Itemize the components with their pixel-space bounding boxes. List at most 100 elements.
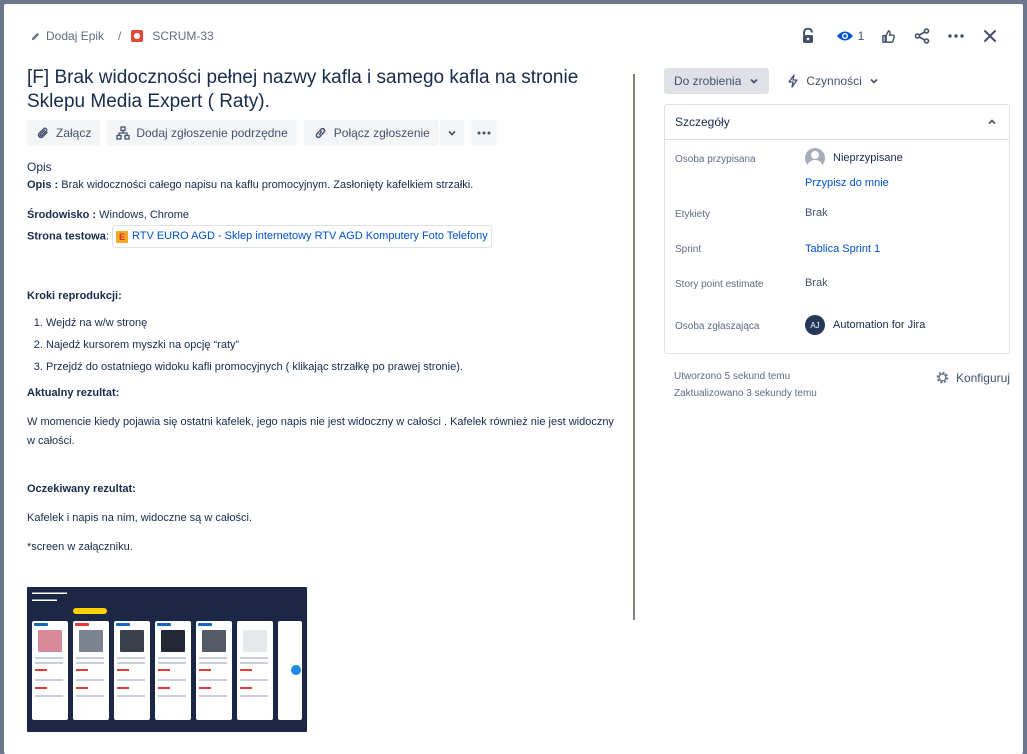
link-issue-dropdown[interactable] <box>439 120 464 146</box>
issue-modal: Dodaj Epik / SCRUM-33 1 [F] Brak widoczn… <box>4 4 1023 754</box>
assign-to-me-link[interactable]: Przypisz do mnie <box>805 177 889 189</box>
share-icon <box>914 28 930 44</box>
status-label: Do zrobienia <box>674 74 742 88</box>
assignee-name: Nieprzypisane <box>833 152 903 164</box>
step-item: Przejdź do ostatniego widoku kafli promo… <box>46 356 623 378</box>
thumbs-up-icon <box>881 29 895 43</box>
issue-sidebar: Do zrobienia Czynności Szczegóły Osoba p… <box>664 68 1010 399</box>
reporter-value[interactable]: AJ Automation for Jira <box>805 315 925 335</box>
timestamps: Utworzono 5 sekund temu Zaktualizowano 3… <box>674 368 817 402</box>
add-epic-label: Dodaj Epik <box>46 29 105 43</box>
link-issue-label: Połącz zgłoszenie <box>333 126 430 140</box>
opis-value: Brak widoczności całego napisu na kaflu … <box>58 179 474 191</box>
add-child-label: Dodaj zgłoszenie podrzędne <box>136 126 288 140</box>
status-dropdown[interactable]: Do zrobienia <box>664 68 770 94</box>
issue-header: Dodaj Epik / SCRUM-33 1 <box>4 4 1023 64</box>
details-panel: Szczegóły Osoba przypisana Nieprzypisane… <box>664 104 1010 354</box>
euro-favicon-icon: E <box>115 230 128 243</box>
environment-key: Środowisko : <box>27 209 97 221</box>
gear-icon <box>936 371 949 384</box>
more-icon <box>477 131 491 135</box>
chevron-down-icon <box>870 78 878 84</box>
add-child-issue-button[interactable]: Dodaj zgłoszenie podrzędne <box>107 120 297 146</box>
toolbar-more-button[interactable] <box>470 120 497 146</box>
more-actions-button[interactable] <box>941 24 971 48</box>
close-button[interactable] <box>975 24 1005 48</box>
steps-title: Kroki reprodukcji: <box>27 290 122 302</box>
chevron-down-icon <box>750 78 759 84</box>
steps-list: Wejdź na w/w stronę Najedź kursorem mysz… <box>46 312 623 378</box>
issue-main: [F] Brak widoczności pełnej nazwy kafla … <box>27 64 623 754</box>
share-button[interactable] <box>907 24 937 48</box>
expected-text: Kafelek i napis na nim, widoczne są w ca… <box>27 512 252 524</box>
link-icon <box>315 127 326 139</box>
assignee-value[interactable]: Nieprzypisane <box>805 148 903 168</box>
issue-toolbar: Załącz Dodaj zgłoszenie podrzędne Połącz… <box>27 120 623 146</box>
actions-label: Czynności <box>806 74 862 88</box>
unassigned-avatar-icon <box>805 148 825 168</box>
reporter-avatar: AJ <box>805 315 825 335</box>
environment-value: Windows, Chrome <box>96 209 189 221</box>
add-epic-link[interactable]: Dodaj Epik <box>30 29 104 43</box>
lock-button[interactable] <box>793 24 823 48</box>
sprint-value[interactable]: Tablica Sprint 1 <box>805 243 880 255</box>
reporter-label: Osoba zgłaszająca <box>675 321 760 332</box>
attach-button[interactable]: Załącz <box>27 120 101 146</box>
sprint-label: Sprint <box>675 244 702 255</box>
link-issue-button[interactable]: Połącz zgłoszenie <box>303 120 439 146</box>
issue-key-link[interactable]: SCRUM-33 <box>131 29 214 43</box>
thumbnail-card <box>32 621 68 720</box>
chevron-down-icon <box>448 130 456 136</box>
step-item: Wejdź na w/w stronę <box>46 312 623 334</box>
test-page-link[interactable]: E RTV EURO AGD - Sklep internetowy RTV A… <box>111 225 492 248</box>
breadcrumb: Dodaj Epik / SCRUM-33 <box>30 29 214 43</box>
story-points-label: Story point estimate <box>675 279 764 290</box>
configure-button[interactable]: Konfiguruj <box>935 370 1010 385</box>
thumbnail-card <box>73 621 109 720</box>
attachment-screenshot-thumbnail[interactable]: ▬▬▬▬▬▬▬ ▬▬▬▬▬ <box>27 587 307 732</box>
actual-heading: Aktualny rezultat: <box>27 384 623 403</box>
attach-label: Załącz <box>56 126 92 140</box>
test-page-key: Strona testowa <box>27 230 106 243</box>
thumbnail-pill-graphic <box>73 608 107 614</box>
lock-icon <box>803 28 813 43</box>
like-button[interactable] <box>873 24 903 48</box>
details-header[interactable]: Szczegóły <box>665 105 1009 140</box>
close-icon <box>984 30 996 42</box>
test-page-line: Strona testowa: E RTV EURO AGD - Sklep i… <box>27 225 623 248</box>
actual-text: W momencie kiedy pojawia się ostatni kaf… <box>27 416 614 447</box>
reporter-name: Automation for Jira <box>833 319 926 331</box>
watch-button[interactable]: 1 <box>835 24 865 48</box>
issue-key: SCRUM-33 <box>152 29 214 43</box>
screen-note: *screen w załączniku. <box>27 541 133 553</box>
actions-dropdown[interactable]: Czynności <box>787 74 878 88</box>
status-row: Do zrobienia Czynności <box>664 68 1010 94</box>
breadcrumb-separator: / <box>118 29 122 43</box>
actual-title: Aktualny rezultat: <box>27 387 120 399</box>
configure-label: Konfiguruj <box>955 370 1010 385</box>
updated-timestamp: Zaktualizowano 3 sekundy temu <box>674 388 817 399</box>
thumbnail-card <box>237 621 273 720</box>
steps-heading: Kroki reprodukcji: <box>27 287 623 306</box>
step-item: Najedź kursorem myszki na opcję “raty” <box>46 334 623 356</box>
pencil-icon <box>31 32 40 40</box>
thumbnail-card <box>114 621 150 720</box>
eye-icon <box>836 31 853 41</box>
story-points-value[interactable]: Brak <box>805 277 828 289</box>
thumbnail-banner-graphic: ▬▬▬▬▬▬▬ ▬▬▬▬▬ <box>32 590 67 603</box>
assignee-label: Osoba przypisana <box>675 154 756 165</box>
description-heading: Opis <box>27 160 52 174</box>
bug-icon <box>131 30 144 42</box>
more-icon <box>948 34 964 38</box>
thumbnail-card <box>196 621 232 720</box>
column-divider[interactable] <box>633 74 635 620</box>
header-actions: 1 <box>793 24 1005 48</box>
issue-title[interactable]: [F] Brak widoczności pełnej nazwy kafla … <box>27 66 623 114</box>
labels-value[interactable]: Brak <box>805 207 828 219</box>
details-title: Szczegóły <box>675 115 730 129</box>
thumbnail-arrow-graphic <box>291 665 301 675</box>
opis-key: Opis : <box>27 179 59 191</box>
test-page-link-text: RTV EURO AGD - Sklep internetowy RTV AGD… <box>131 230 488 242</box>
hierarchy-icon <box>116 126 130 140</box>
description-summary: Opis : Brak widoczności całego napisu na… <box>27 176 623 195</box>
